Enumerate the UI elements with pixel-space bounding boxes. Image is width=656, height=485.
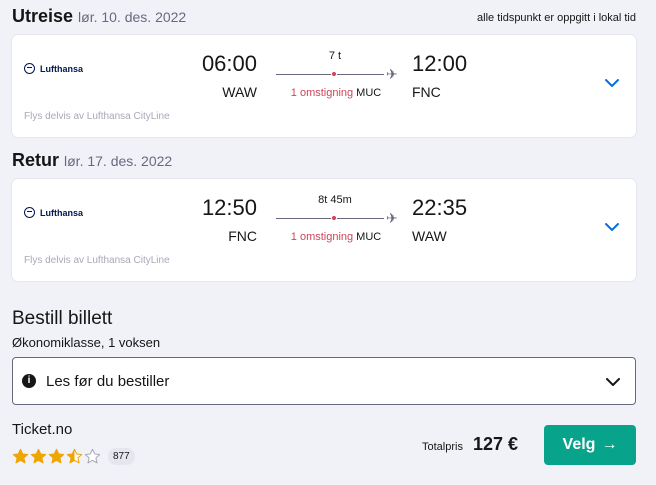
arrow-right-icon: → bbox=[601, 436, 618, 453]
read-before-booking-dropdown[interactable]: i Les før du bestiller bbox=[12, 357, 636, 405]
stops-count: 1 omstigning bbox=[290, 87, 354, 99]
stopover-dot bbox=[331, 71, 337, 77]
stops-info: 1 omstigning MUC bbox=[276, 231, 396, 243]
total-price-label: Totalpris bbox=[422, 441, 463, 453]
departure-airport: WAW bbox=[222, 84, 257, 100]
stop-airport: MUC bbox=[356, 87, 382, 99]
chevron-down-icon bbox=[606, 378, 620, 386]
chevron-down-icon[interactable] bbox=[602, 217, 622, 237]
booking-subtitle: Økonomiklasse, 1 voksen bbox=[12, 335, 161, 350]
flight-duration: 7 t bbox=[328, 50, 342, 62]
lufthansa-crane-icon bbox=[24, 207, 35, 218]
operated-by: Flys delvis av Lufthansa CityLine bbox=[24, 111, 170, 122]
select-button-label: Velg bbox=[562, 436, 596, 453]
select-button[interactable]: Velg → bbox=[544, 425, 636, 465]
arrival-airport: WAW bbox=[412, 228, 447, 244]
lufthansa-crane-icon bbox=[24, 63, 35, 74]
route-graphic: 7 t ✈ 1 omstigning MUC bbox=[276, 50, 401, 106]
star-icon bbox=[30, 448, 47, 464]
star-rating bbox=[12, 448, 102, 465]
stops-info: 1 omstigning MUC bbox=[276, 87, 396, 99]
departure-airport: FNC bbox=[228, 228, 257, 244]
departure-time: 12:50 bbox=[201, 195, 257, 220]
airline-name: Lufthansa bbox=[40, 63, 84, 74]
star-icon bbox=[84, 448, 101, 464]
plane-icon: ✈ bbox=[386, 210, 398, 226]
star-icon bbox=[48, 448, 65, 464]
booking-title: Bestill billett bbox=[12, 308, 113, 329]
read-before-booking-label: Les før du bestiller bbox=[46, 373, 170, 390]
arrival-time: 22:35 bbox=[412, 195, 468, 220]
star-icon bbox=[12, 448, 29, 464]
route-line bbox=[276, 218, 384, 219]
local-time-notice: alle tidspunkt er oppgitt i lokal tid bbox=[477, 12, 636, 24]
return-header: Retur lør. 17. des. 2022 bbox=[12, 150, 172, 171]
stop-airport: MUC bbox=[356, 231, 382, 243]
stopover-dot bbox=[331, 215, 337, 221]
provider-rating[interactable]: 877 bbox=[12, 448, 135, 465]
route-line bbox=[276, 74, 384, 75]
chevron-down-icon[interactable] bbox=[602, 73, 622, 93]
operated-by: Flys delvis av Lufthansa CityLine bbox=[24, 255, 170, 266]
provider-name: Ticket.no bbox=[12, 421, 73, 438]
stops-count: 1 omstigning bbox=[290, 231, 354, 243]
airline-name: Lufthansa bbox=[40, 207, 84, 218]
plane-icon: ✈ bbox=[386, 66, 398, 82]
return-leg-card[interactable]: Lufthansa 12:50 FNC 8t 45m ✈ 1 omstignin… bbox=[12, 179, 636, 281]
review-count: 877 bbox=[108, 448, 135, 465]
outbound-header: Utreise lør. 10. des. 2022 bbox=[12, 6, 186, 27]
airline-logo: Lufthansa bbox=[24, 207, 83, 218]
arrival-airport: FNC bbox=[412, 84, 441, 100]
total-price: 127 € bbox=[473, 434, 519, 454]
info-icon: i bbox=[22, 374, 36, 388]
airline-logo: Lufthansa bbox=[24, 63, 83, 74]
star-icon bbox=[66, 448, 83, 464]
route-graphic: 8t 45m ✈ 1 omstigning MUC bbox=[276, 194, 401, 250]
departure-time: 06:00 bbox=[201, 51, 257, 76]
outbound-title: Utreise bbox=[12, 6, 74, 26]
return-date: lør. 17. des. 2022 bbox=[64, 153, 173, 169]
arrival-time: 12:00 bbox=[412, 51, 468, 76]
return-title: Retur bbox=[12, 150, 60, 170]
outbound-leg-card[interactable]: Lufthansa 06:00 WAW 7 t ✈ 1 omstigning MU… bbox=[12, 35, 636, 137]
outbound-date: lør. 10. des. 2022 bbox=[78, 9, 187, 25]
flight-duration: 8t 45m bbox=[318, 194, 352, 206]
